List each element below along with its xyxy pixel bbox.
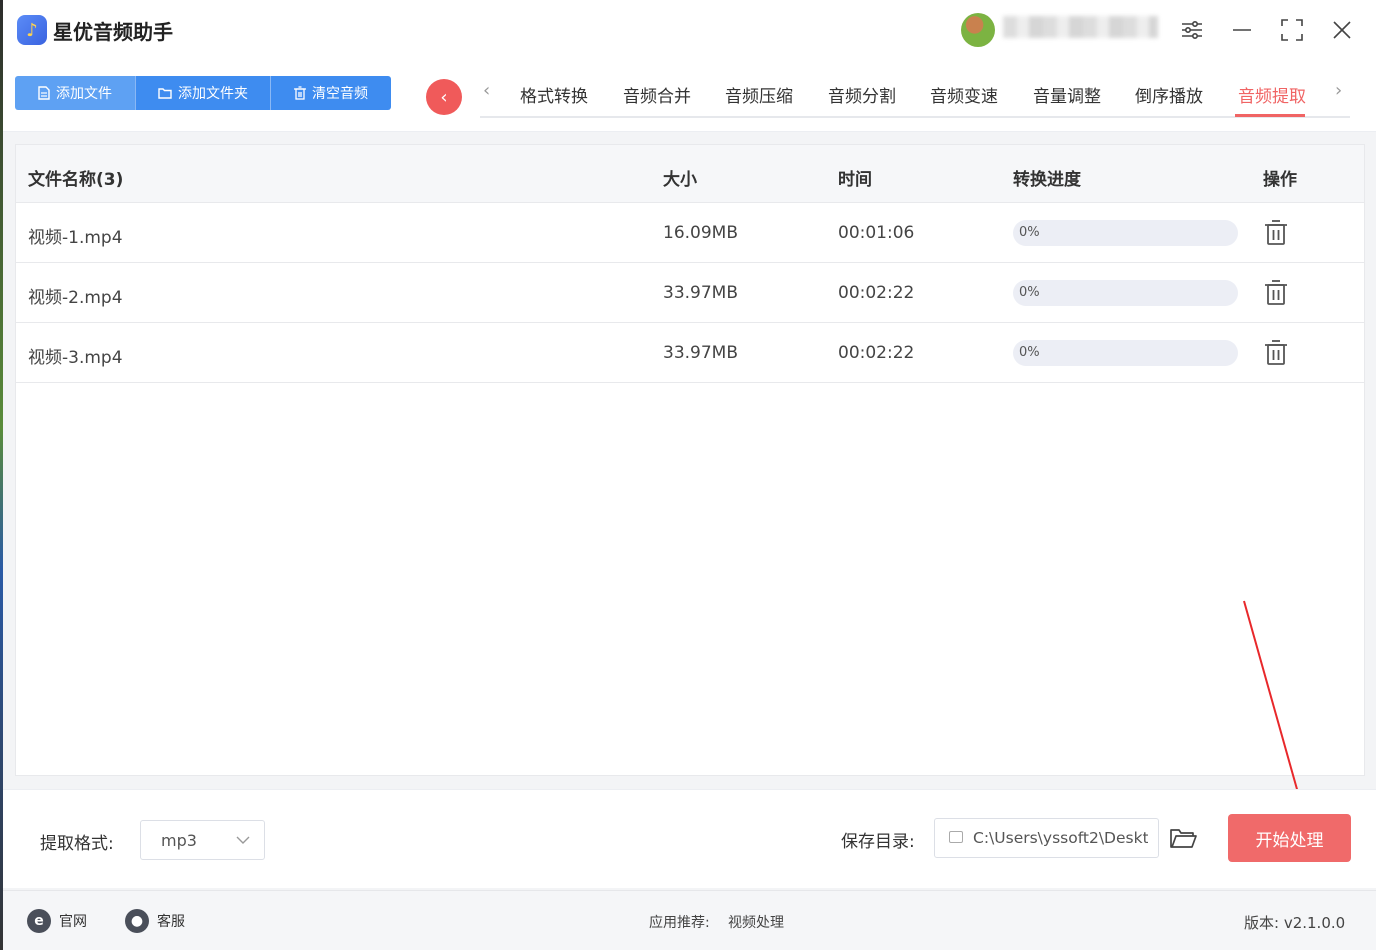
- progress-text: 0%: [1019, 285, 1040, 300]
- add-file-label: 添加文件: [56, 86, 112, 102]
- app-logo-icon: ♪: [17, 15, 47, 45]
- cell-time: 00:02:22: [838, 343, 915, 363]
- function-tabs: ‹ 格式转换 音频合并 音频压缩 音频分割 音频变速 音量调整 倒序播放 音频提…: [480, 72, 1350, 118]
- cell-size: 16.09MB: [663, 223, 738, 243]
- minimize-icon[interactable]: [1226, 14, 1258, 46]
- app-title: 星优音频助手: [53, 20, 173, 44]
- tab-audio-split[interactable]: 音频分割: [828, 82, 896, 107]
- table-row[interactable]: 视频-1.mp4 16.09MB 00:01:06 0%: [16, 203, 1364, 263]
- back-chevron-icon[interactable]: ‹: [426, 79, 462, 115]
- header-action: 操作: [1263, 170, 1297, 190]
- save-dir-label: 保存目录:: [841, 832, 915, 852]
- delete-trash-icon[interactable]: [1263, 219, 1289, 247]
- save-path-text: C:\Users\yssoft2\Desktop: [973, 829, 1148, 847]
- title-bar: ♪ 星优音频助手: [3, 0, 1376, 60]
- delete-trash-icon[interactable]: [1263, 339, 1289, 367]
- chat-bubble-icon: ●: [125, 909, 149, 933]
- add-folder-button[interactable]: 添加文件夹: [136, 76, 270, 110]
- close-icon[interactable]: [1326, 14, 1358, 46]
- format-select[interactable]: mp3: [140, 820, 265, 860]
- table-header: 文件名称(3) 大小 时间 转换进度 操作: [16, 145, 1364, 203]
- progress-text: 0%: [1019, 225, 1040, 240]
- tab-audio-compress[interactable]: 音频压缩: [725, 82, 793, 107]
- trash-icon: [294, 86, 306, 100]
- cell-size: 33.97MB: [663, 283, 738, 303]
- progress-text: 0%: [1019, 345, 1040, 360]
- tab-format-convert[interactable]: 格式转换: [520, 82, 588, 107]
- website-label: 官网: [59, 914, 87, 930]
- user-name-blurred[interactable]: [1003, 16, 1158, 38]
- website-link[interactable]: e 官网: [27, 909, 87, 933]
- add-file-button[interactable]: 添加文件: [15, 76, 135, 110]
- format-label: 提取格式:: [40, 834, 114, 854]
- settings-sliders-icon[interactable]: [1176, 14, 1208, 46]
- start-process-button[interactable]: 开始处理: [1228, 814, 1351, 862]
- recommend-video-link[interactable]: 视频处理: [728, 912, 784, 932]
- open-folder-icon[interactable]: [1169, 826, 1197, 850]
- tab-volume-adjust[interactable]: 音量调整: [1033, 82, 1101, 107]
- tab-scroll-left-icon[interactable]: ‹: [483, 80, 490, 101]
- tab-reverse-play[interactable]: 倒序播放: [1135, 82, 1203, 107]
- cell-file-name: 视频-3.mp4: [28, 348, 123, 368]
- tab-scroll-right-icon[interactable]: ›: [1335, 80, 1342, 101]
- progress-bar: 0%: [1013, 340, 1238, 366]
- user-avatar[interactable]: [961, 13, 995, 47]
- version-text: 版本: v2.1.0.0: [1244, 914, 1346, 932]
- customer-service-label: 客服: [157, 914, 185, 930]
- footer: e 官网 ● 客服 应用推荐: 视频处理 版本: v2.1.0.0: [3, 890, 1376, 950]
- file-icon: [38, 86, 50, 100]
- folder-icon: [158, 88, 172, 99]
- table-row[interactable]: 视频-3.mp4 33.97MB 00:02:22 0%: [16, 323, 1364, 383]
- cell-time: 00:01:06: [838, 223, 915, 243]
- tab-audio-speed[interactable]: 音频变速: [930, 82, 998, 107]
- cell-file-name: 视频-1.mp4: [28, 228, 123, 248]
- save-path-input[interactable]: C:\Users\yssoft2\Desktop: [934, 818, 1159, 858]
- tab-audio-extract[interactable]: 音频提取: [1238, 82, 1306, 107]
- tab-audio-merge[interactable]: 音频合并: [623, 82, 691, 107]
- header-time: 时间: [838, 170, 872, 190]
- header-size: 大小: [663, 170, 697, 190]
- delete-trash-icon[interactable]: [1263, 279, 1289, 307]
- ie-globe-icon: e: [27, 909, 51, 933]
- progress-bar: 0%: [1013, 220, 1238, 246]
- table-row[interactable]: 视频-2.mp4 33.97MB 00:02:22 0%: [16, 263, 1364, 323]
- clear-audio-button[interactable]: 清空音频: [271, 76, 391, 110]
- recommend-label: 应用推荐:: [649, 915, 710, 931]
- progress-bar: 0%: [1013, 280, 1238, 306]
- maximize-icon[interactable]: [1276, 14, 1308, 46]
- cell-time: 00:02:22: [838, 283, 915, 303]
- header-progress: 转换进度: [1013, 170, 1081, 190]
- file-list-panel: 文件名称(3) 大小 时间 转换进度 操作 视频-1.mp4 16.09MB 0…: [15, 144, 1365, 776]
- add-folder-label: 添加文件夹: [178, 86, 248, 102]
- toolbar: 添加文件 添加文件夹 清空音频 ‹ ‹ 格式转换 音频合并 音频压缩 音频分割 …: [3, 60, 1376, 132]
- format-select-value: mp3: [161, 831, 197, 850]
- cell-size: 33.97MB: [663, 343, 738, 363]
- header-file-name: 文件名称(3): [28, 170, 124, 190]
- output-settings-bar: 提取格式: mp3 保存目录: C:\Users\yssoft2\Desktop…: [3, 789, 1376, 888]
- customer-service-link[interactable]: ● 客服: [125, 909, 185, 933]
- active-tab-underline: [1235, 114, 1305, 117]
- clear-audio-label: 清空音频: [312, 86, 368, 102]
- cell-file-name: 视频-2.mp4: [28, 288, 123, 308]
- chevron-down-icon: [236, 836, 250, 844]
- folder-outline-icon: [949, 831, 963, 843]
